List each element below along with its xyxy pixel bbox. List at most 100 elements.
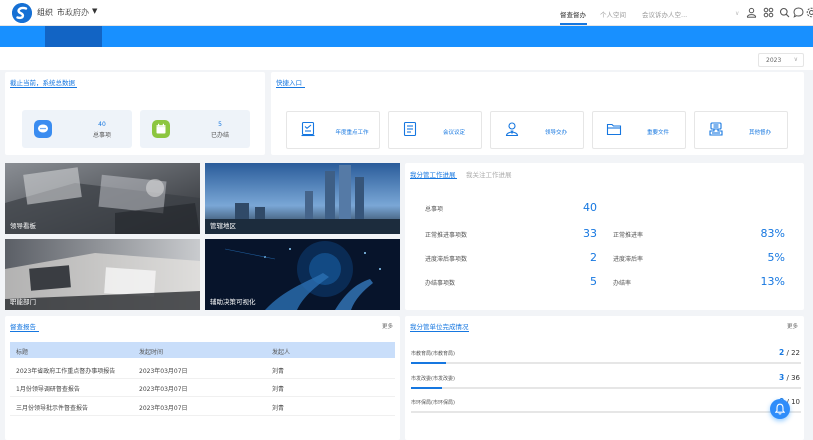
chat-bubble-icon xyxy=(34,120,52,138)
title-underline xyxy=(276,87,305,88)
progress-label: 进度滞后事项数 xyxy=(425,256,468,263)
progress-value: 2 xyxy=(590,251,597,264)
report-initiator-cell: 刘青 xyxy=(272,405,285,412)
tab-supervision[interactable]: 督查督办 xyxy=(560,9,586,19)
column-header: 发起时间 xyxy=(139,349,164,356)
unit-progress-bar xyxy=(411,362,801,364)
quick-other-supervision[interactable]: 其他督办 xyxy=(694,111,788,149)
year-select[interactable]: 2023 ∨ xyxy=(758,53,804,67)
stat-total-items[interactable]: 40 总事项 xyxy=(22,110,132,148)
unit-count: 3 / 36 xyxy=(779,373,800,382)
quick-annual-key-work[interactable]: 年度重点工作 xyxy=(286,111,380,149)
row-divider xyxy=(10,415,395,416)
nav-reports[interactable]: 督办报告 xyxy=(273,6,299,16)
title-underline xyxy=(410,331,469,332)
progress-value: 5% xyxy=(767,251,785,264)
title-underline xyxy=(10,331,39,332)
filter-bar xyxy=(0,47,813,70)
stat-label: 总事项 xyxy=(92,132,111,139)
report-initiator-cell: 刘青 xyxy=(272,368,285,375)
apps-grid-icon[interactable] xyxy=(763,7,774,18)
column-header: 发起人 xyxy=(272,349,291,356)
tile-label: 辅助决策可视化 xyxy=(210,298,256,306)
progress-label: 正常推进事项数 xyxy=(425,232,468,239)
quick-label: 年度重点工作 xyxy=(335,130,369,136)
progress-value: 5 xyxy=(590,275,597,288)
title-underline xyxy=(10,87,77,88)
search-icon[interactable] xyxy=(779,7,790,18)
year-value: 2023 xyxy=(766,57,782,64)
nav-statistics[interactable]: 统计分析 xyxy=(384,6,410,16)
active-tab-indicator xyxy=(560,23,587,25)
tab-meeting[interactable]: 会议诉办人空... xyxy=(642,9,687,19)
unit-progress-bar xyxy=(411,411,801,413)
quick-meeting-decisions[interactable]: 会议议定 xyxy=(388,111,482,149)
logo xyxy=(12,3,32,23)
units-title: 我分管单位完成情况 xyxy=(410,323,469,331)
quick-important-files[interactable]: 重要文件 xyxy=(592,111,686,149)
leader-icon xyxy=(504,121,520,137)
tile-label: 管辖地区 xyxy=(210,222,236,230)
user-icon[interactable] xyxy=(746,7,757,18)
report-title-cell[interactable]: 1月份领导调研督查报告 xyxy=(16,384,80,393)
report-initiator-cell: 刘青 xyxy=(272,386,285,393)
tile-leader-board[interactable]: 领导看板 xyxy=(5,163,200,234)
unit-name: 市教育局(市教育局) xyxy=(411,351,455,357)
quick-title: 快捷入口 xyxy=(276,79,302,87)
progress-value: 40 xyxy=(583,201,597,214)
nav-projects[interactable]: 立项管理 xyxy=(218,6,244,16)
tile-jurisdiction[interactable]: 管辖地区 xyxy=(205,163,400,234)
stat-value: 5 xyxy=(218,121,222,128)
progress-label: 总事项 xyxy=(425,206,444,213)
reports-title: 督查报告 xyxy=(10,323,36,331)
settings-icon[interactable] xyxy=(806,7,813,18)
bell-icon xyxy=(775,403,785,415)
progress-value: 13% xyxy=(760,275,785,288)
org-label: 组织 xyxy=(37,8,53,17)
column-header: 标题 xyxy=(16,349,29,356)
chat-icon[interactable] xyxy=(793,7,804,18)
unit-name: 市发改委(市发改委) xyxy=(411,376,455,382)
stat-value: 40 xyxy=(98,121,106,128)
progress-label: 办结率 xyxy=(613,280,632,287)
more-tabs-chevron-icon[interactable]: ∨ xyxy=(735,10,739,17)
nav-workbench[interactable]: 工作台 xyxy=(115,6,135,16)
tile-departments[interactable]: 职能部门 xyxy=(5,239,200,310)
chevron-down-icon[interactable]: ▼ xyxy=(92,7,97,15)
folder-icon xyxy=(606,121,622,137)
stat-completed[interactable]: 5 已办结 xyxy=(140,110,250,148)
nav-leader-space[interactable]: 领导空间 xyxy=(61,6,87,16)
stamp-icon xyxy=(708,121,724,137)
active-tab-indicator xyxy=(410,178,457,179)
quick-label: 重要文件 xyxy=(646,130,669,136)
notification-button[interactable] xyxy=(770,399,790,419)
nav-approvals[interactable]: 审批事项 xyxy=(164,6,190,16)
quick-label: 会议议定 xyxy=(442,130,465,136)
quick-label: 其他督办 xyxy=(748,130,771,136)
tile-decision-visualization[interactable]: 辅助决策可视化 xyxy=(205,239,400,310)
progress-value: 83% xyxy=(760,227,785,240)
stat-label: 已办结 xyxy=(210,132,229,139)
report-title-cell[interactable]: 三月份领导批示件督查报告 xyxy=(16,403,88,412)
chevron-down-icon: ∨ xyxy=(793,56,798,63)
units-card xyxy=(405,316,804,440)
checklist-icon xyxy=(300,121,316,137)
progress-label: 办结事项数 xyxy=(425,280,456,287)
tab-followed-progress[interactable]: 我关注工作进展 xyxy=(466,169,512,179)
reports-more-link[interactable]: 更多 xyxy=(382,322,393,330)
progress-value: 33 xyxy=(583,227,597,240)
nav-active-highlight xyxy=(45,26,102,47)
report-title-cell[interactable]: 2023年省政府工作重点督办事项报告 xyxy=(16,366,115,375)
main-nav xyxy=(0,26,813,47)
nav-performance[interactable]: 绩效管理 xyxy=(329,6,355,16)
report-date-cell: 2023年03月07日 xyxy=(139,405,188,412)
progress-label: 正常推进率 xyxy=(613,232,644,239)
unit-count: 2 / 22 xyxy=(779,348,800,357)
units-more-link[interactable]: 更多 xyxy=(787,322,798,330)
quick-leader-assignments[interactable]: 领导交办 xyxy=(490,111,584,149)
report-date-cell: 2023年03月07日 xyxy=(139,368,188,375)
row-divider xyxy=(10,396,395,397)
unit-progress-bar xyxy=(411,387,801,389)
tab-personal-space[interactable]: 个人空间 xyxy=(600,9,626,19)
progress-label: 进度滞后率 xyxy=(613,256,644,263)
